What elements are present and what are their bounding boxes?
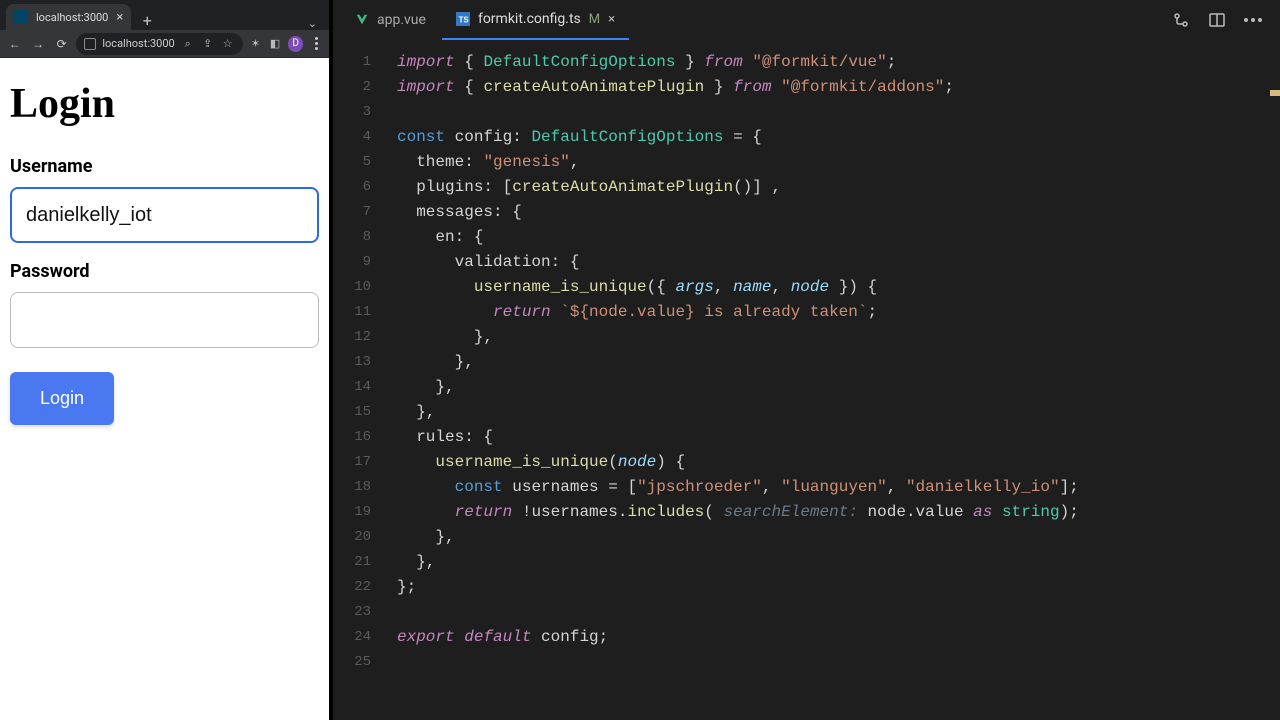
svg-text:TS: TS [459, 16, 469, 25]
editor-panel: app.vue TS formkit.config.ts M × [333, 0, 1280, 720]
close-tab-icon[interactable]: × [608, 12, 615, 27]
username-input[interactable] [10, 187, 319, 243]
new-tab-button[interactable]: + [137, 11, 157, 30]
ts-file-icon: TS [456, 12, 470, 26]
tab-title: localhost:3000 [36, 11, 108, 24]
browser-toolbar: ← → ⟳ localhost:3000 ⌕ ⇪ ☆ ✶ ◧ D [0, 30, 329, 58]
password-input[interactable] [10, 292, 319, 348]
profile-avatar[interactable]: D [288, 36, 304, 52]
editor-body[interactable]: 1234567891011121314151617181920212223242… [333, 40, 1280, 720]
editor-tab-label: app.vue [377, 12, 426, 28]
reload-button[interactable]: ⟳ [53, 35, 70, 53]
editor-tabs: app.vue TS formkit.config.ts M × [333, 0, 1280, 40]
share-icon[interactable]: ⇪ [201, 37, 215, 51]
compare-changes-icon[interactable] [1172, 11, 1190, 29]
forward-button[interactable]: → [29, 35, 46, 53]
browser-panel: localhost:3000 × + ⌄ ← → ⟳ localhost:300… [0, 0, 333, 720]
tab-list-dropdown[interactable]: ⌄ [302, 17, 323, 30]
modified-indicator: M [589, 12, 600, 27]
browser-menu-icon[interactable] [309, 37, 323, 51]
split-editor-icon[interactable] [1208, 11, 1226, 29]
close-tab-icon[interactable]: × [116, 10, 123, 25]
tab-favicon [14, 10, 28, 24]
address-text: localhost:3000 [102, 37, 174, 50]
back-button[interactable]: ← [6, 35, 23, 53]
browser-tab-strip: localhost:3000 × + ⌄ [0, 0, 329, 30]
code-area[interactable]: import { DefaultConfigOptions } from "@f… [385, 40, 1280, 720]
page-content: Login Username Password Login [0, 58, 329, 720]
zoom-icon[interactable]: ⌕ [181, 37, 195, 51]
username-label: Username [10, 156, 319, 177]
editor-tab-label: formkit.config.ts [478, 11, 581, 27]
site-info-icon[interactable] [84, 38, 96, 50]
editor-tab-appvue[interactable]: app.vue [341, 0, 440, 40]
sidepanel-icon[interactable]: ◧ [268, 37, 282, 51]
overview-ruler[interactable] [1266, 0, 1280, 720]
editor-tab-formkitconfig[interactable]: TS formkit.config.ts M × [442, 0, 629, 40]
extensions-icon[interactable]: ✶ [249, 37, 263, 51]
address-bar[interactable]: localhost:3000 ⌕ ⇪ ☆ [76, 33, 242, 55]
password-label: Password [10, 261, 319, 282]
vue-file-icon [355, 13, 369, 27]
login-button[interactable]: Login [10, 372, 114, 425]
overview-marker [1270, 90, 1280, 96]
bookmark-icon[interactable]: ☆ [221, 37, 235, 51]
page-title: Login [10, 80, 319, 128]
browser-tab[interactable]: localhost:3000 × [6, 4, 131, 30]
line-gutter: 1234567891011121314151617181920212223242… [333, 40, 385, 720]
editor-more-icon[interactable] [1244, 18, 1262, 22]
